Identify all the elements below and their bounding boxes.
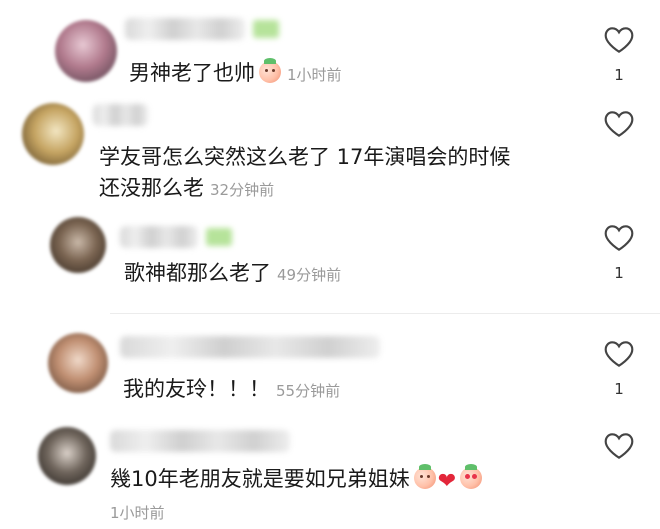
avatar[interactable] bbox=[48, 333, 108, 393]
username[interactable] bbox=[120, 226, 232, 248]
like-button[interactable]: 1 bbox=[602, 222, 636, 282]
like-button[interactable] bbox=[602, 430, 636, 464]
like-count: 1 bbox=[614, 66, 624, 84]
comment-text: 幾10年老朋友就是要如兄弟姐妹 ❤ bbox=[110, 464, 483, 495]
comment-body: 我的友玲！！！ bbox=[123, 377, 270, 401]
avatar[interactable] bbox=[38, 427, 96, 485]
heart-outline-icon bbox=[604, 433, 634, 459]
like-count: 1 bbox=[614, 264, 624, 282]
heart-outline-icon bbox=[604, 27, 634, 53]
comment-text: 歌神都那么老了 49分钟前 bbox=[124, 258, 341, 291]
comment-time: 1小时前 bbox=[287, 66, 342, 84]
blush-emoji-icon bbox=[259, 58, 281, 83]
comment-body: 幾10年老朋友就是要如兄弟姐妹 bbox=[110, 467, 410, 491]
heart-outline-icon bbox=[604, 111, 634, 137]
heart-outline-icon bbox=[604, 341, 634, 367]
avatar[interactable] bbox=[22, 103, 84, 165]
like-button[interactable]: 1 bbox=[602, 24, 636, 84]
comment-text: 学友哥怎么突然这么老了 17年演唱会的时候 还没那么老 32分钟前 bbox=[99, 142, 510, 206]
comment-body: 男神老了也帅 bbox=[129, 61, 255, 85]
avatar[interactable] bbox=[50, 217, 106, 273]
like-count: 1 bbox=[614, 380, 624, 398]
avatar[interactable] bbox=[55, 20, 117, 82]
like-button[interactable] bbox=[602, 108, 636, 142]
username[interactable] bbox=[110, 430, 290, 452]
comment-body-line: 学友哥怎么突然这么老了 17年演唱会的时候 bbox=[99, 145, 511, 169]
blush-emoji-icon bbox=[413, 464, 436, 489]
comment-body-line: 还没那么老 bbox=[99, 176, 204, 200]
divider bbox=[110, 313, 660, 314]
comment-body: 歌神都那么老了 bbox=[124, 261, 271, 285]
username[interactable] bbox=[93, 104, 148, 126]
username[interactable] bbox=[120, 336, 380, 358]
comment-time: 49分钟前 bbox=[277, 266, 342, 284]
heart-outline-icon bbox=[604, 225, 634, 251]
comment-text: 我的友玲！！！ 55分钟前 bbox=[123, 374, 340, 407]
comment-time: 32分钟前 bbox=[210, 181, 275, 199]
heart-eyes-emoji-icon bbox=[460, 464, 483, 489]
comment-time: 55分钟前 bbox=[276, 382, 341, 400]
username[interactable] bbox=[125, 18, 279, 40]
comment-time: 1小时前 bbox=[110, 504, 165, 522]
like-button[interactable]: 1 bbox=[602, 338, 636, 398]
red-heart-icon: ❤ bbox=[437, 469, 457, 494]
comment-text: 男神老了也帅 1小时前 bbox=[129, 58, 342, 91]
comment-meta: 1小时前 bbox=[110, 496, 165, 529]
